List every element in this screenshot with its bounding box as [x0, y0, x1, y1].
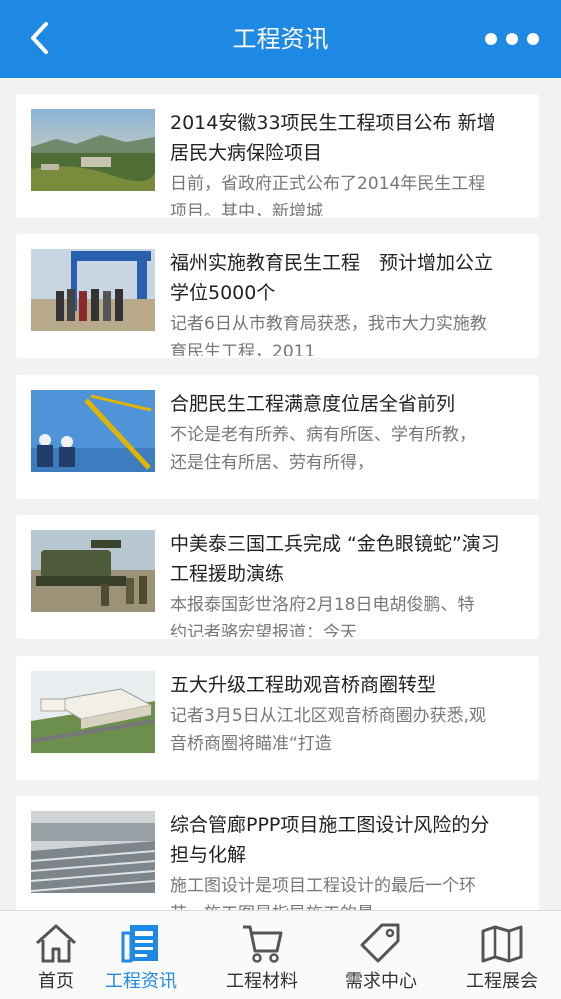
news-title: 合肥民生工程满意度位居全省前列	[170, 393, 456, 415]
news-summary: 记者6日从市教育局获悉，我市大力实施教育民生工程，2011	[170, 314, 487, 356]
news-summary: 日前，省政府正式公布了2014年民生工程项目。其中，新增城	[170, 174, 486, 216]
more-dot-icon	[527, 33, 539, 45]
news-summary: 记者3月5日从江北区观音桥商圈办获悉,观音桥商圈将瞄准“打造	[170, 706, 487, 754]
news-item[interactable]: 五大升级工程助观音桥商圈转型 记者3月5日从江北区观音桥商圈办获悉,观音桥商圈将…	[16, 656, 539, 780]
news-item[interactable]: 福州实施教育民生工程 预计增加公立学位5000个 记者6日从市教育局获悉，我市大…	[16, 234, 539, 358]
tab-label: 需求中心	[345, 971, 417, 992]
news-title: 五大升级工程助观音桥商圈转型	[170, 674, 437, 696]
tab-news[interactable]: 工程资讯	[85, 911, 197, 999]
bottom-tab-bar: 首页 工程资讯 工程材料 需求中心 工程展会	[0, 910, 561, 999]
news-thumbnail	[31, 390, 155, 472]
app-header: 工程资讯	[0, 0, 561, 78]
news-title: 2014安徽33项民生工程项目公布 新增居民大病保险项目	[170, 112, 496, 164]
news-item[interactable]: 合肥民生工程满意度位居全省前列 不论是老有所养、病有所医、学有所教，还是住有所居…	[16, 375, 539, 499]
news-thumbnail	[31, 109, 155, 191]
tab-label: 工程展会	[466, 971, 538, 992]
news-title: 综合管廊PPP项目施工图设计风险的分担与化解	[170, 814, 490, 866]
news-item[interactable]: 2014安徽33项民生工程项目公布 新增居民大病保险项目 日前，省政府正式公布了…	[16, 94, 539, 218]
tab-label: 工程资讯	[105, 971, 177, 992]
news-list[interactable]: 2014安徽33项民生工程项目公布 新增居民大病保险项目 日前，省政府正式公布了…	[0, 78, 561, 910]
more-dot-icon	[506, 33, 518, 45]
tag-icon	[360, 923, 400, 963]
tab-materials[interactable]: 工程材料	[206, 911, 318, 999]
news-summary: 施工图设计是项目工程设计的最后一个环节，施工图是指导施工的最	[170, 876, 476, 910]
news-summary: 本报泰国彭世洛府2月18日电胡俊鹏、特约记者骆宏望报道：今天	[170, 595, 475, 637]
more-dot-icon	[485, 33, 497, 45]
news-thumbnail	[31, 671, 155, 753]
page-title: 工程资讯	[232, 25, 329, 53]
news-item[interactable]: 中美泰三国工兵完成 “金色眼镜蛇”演习工程援助演练 本报泰国彭世洛府2月18日电…	[16, 515, 539, 639]
tab-exhibition[interactable]: 工程展会	[446, 911, 558, 999]
news-thumbnail	[31, 811, 155, 893]
home-icon	[35, 924, 77, 963]
news-title: 中美泰三国工兵完成 “金色眼镜蛇”演习工程援助演练	[170, 533, 500, 585]
map-icon	[481, 925, 523, 963]
cart-icon	[243, 925, 283, 963]
news-title: 福州实施教育民生工程 预计增加公立学位5000个	[170, 252, 494, 304]
news-icon	[121, 925, 158, 963]
news-summary: 不论是老有所养、病有所医、学有所教，还是住有所居、劳有所得，	[170, 425, 476, 473]
tab-label: 工程材料	[226, 971, 298, 992]
tab-demand[interactable]: 需求中心	[325, 911, 437, 999]
news-thumbnail	[31, 249, 155, 331]
news-thumbnail	[31, 530, 155, 612]
news-item[interactable]: 综合管廊PPP项目施工图设计风险的分担与化解 施工图设计是项目工程设计的最后一个…	[16, 796, 539, 910]
more-menu-button[interactable]	[485, 22, 539, 56]
